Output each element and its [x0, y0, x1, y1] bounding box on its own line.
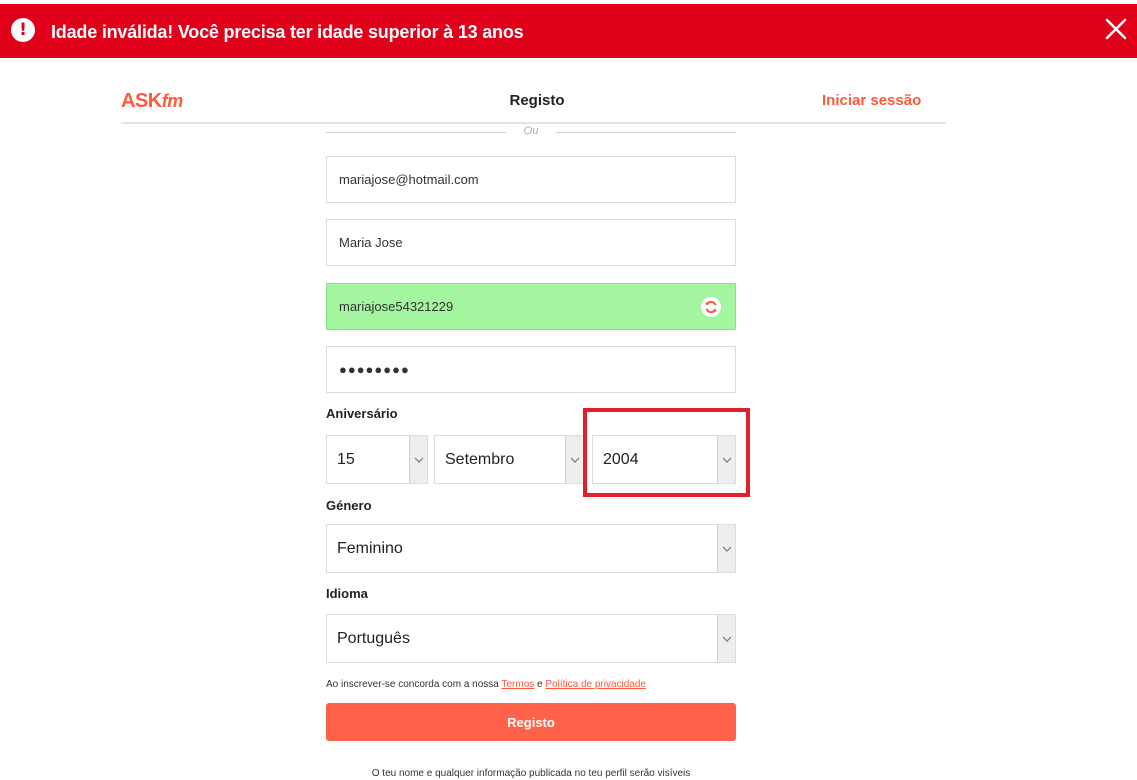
askfm-logo[interactable]: ASKfm	[121, 90, 183, 113]
year-highlight-box	[583, 408, 750, 497]
name-value: Maria Jose	[339, 235, 403, 250]
username-field[interactable]: mariajose54321229	[326, 283, 736, 330]
login-link[interactable]: Iniciar sessão	[822, 92, 921, 109]
refresh-icon[interactable]	[701, 297, 721, 317]
birthday-label: Aniversário	[326, 406, 398, 421]
or-separator: Ou	[326, 125, 736, 141]
password-field[interactable]: ●●●●●●●●	[326, 346, 736, 393]
language-label: Idioma	[326, 586, 368, 601]
page: ! Idade inválida! Você precisa ter idade…	[0, 0, 1137, 780]
birthday-month-select[interactable]: Setembro	[434, 435, 584, 484]
terms-and: e	[534, 679, 546, 690]
chevron-down-icon	[717, 525, 735, 572]
language-select[interactable]: Português	[326, 614, 736, 663]
profile-visibility-note: O teu nome e qualquer informação publica…	[371, 768, 691, 779]
separator-text: Ou	[523, 125, 539, 137]
language-value: Português	[337, 629, 410, 647]
terms-prefix: Ao inscrever-se concorda com a nossa	[326, 679, 502, 690]
gender-select[interactable]: Feminino	[326, 524, 736, 573]
terms-link[interactable]: Termos	[501, 679, 534, 690]
chevron-down-icon	[409, 436, 427, 483]
chevron-down-icon	[565, 436, 583, 483]
error-message: Idade inválida! Você precisa ter idade s…	[51, 22, 524, 42]
register-button[interactable]: Registo	[326, 703, 736, 741]
terms-text: Ao inscrever-se concorda com a nossa Ter…	[326, 679, 646, 690]
logo-main: ASK	[121, 90, 162, 112]
email-field[interactable]: mariajose@hotmail.com	[326, 156, 736, 203]
page-title: Registo	[509, 92, 565, 109]
birthday-month-value: Setembro	[445, 450, 515, 468]
birthday-day-select[interactable]: 15	[326, 435, 428, 484]
exclamation-icon: !	[11, 18, 35, 42]
chevron-down-icon	[717, 615, 735, 662]
header-divider	[121, 122, 946, 124]
email-value: mariajose@hotmail.com	[339, 172, 479, 187]
birthday-day-value: 15	[337, 450, 355, 468]
username-value: mariajose54321229	[339, 299, 454, 314]
gender-label: Género	[326, 498, 372, 513]
gender-value: Feminino	[337, 539, 403, 557]
separator-line-right	[556, 132, 736, 133]
privacy-policy-link[interactable]: Política de privacidade	[545, 679, 646, 690]
name-field[interactable]: Maria Jose	[326, 219, 736, 266]
password-value: ●●●●●●●●	[339, 362, 410, 377]
logo-suffix: fm	[161, 91, 184, 111]
error-banner: ! Idade inválida! Você precisa ter idade…	[0, 4, 1137, 58]
close-icon[interactable]	[1103, 16, 1129, 42]
